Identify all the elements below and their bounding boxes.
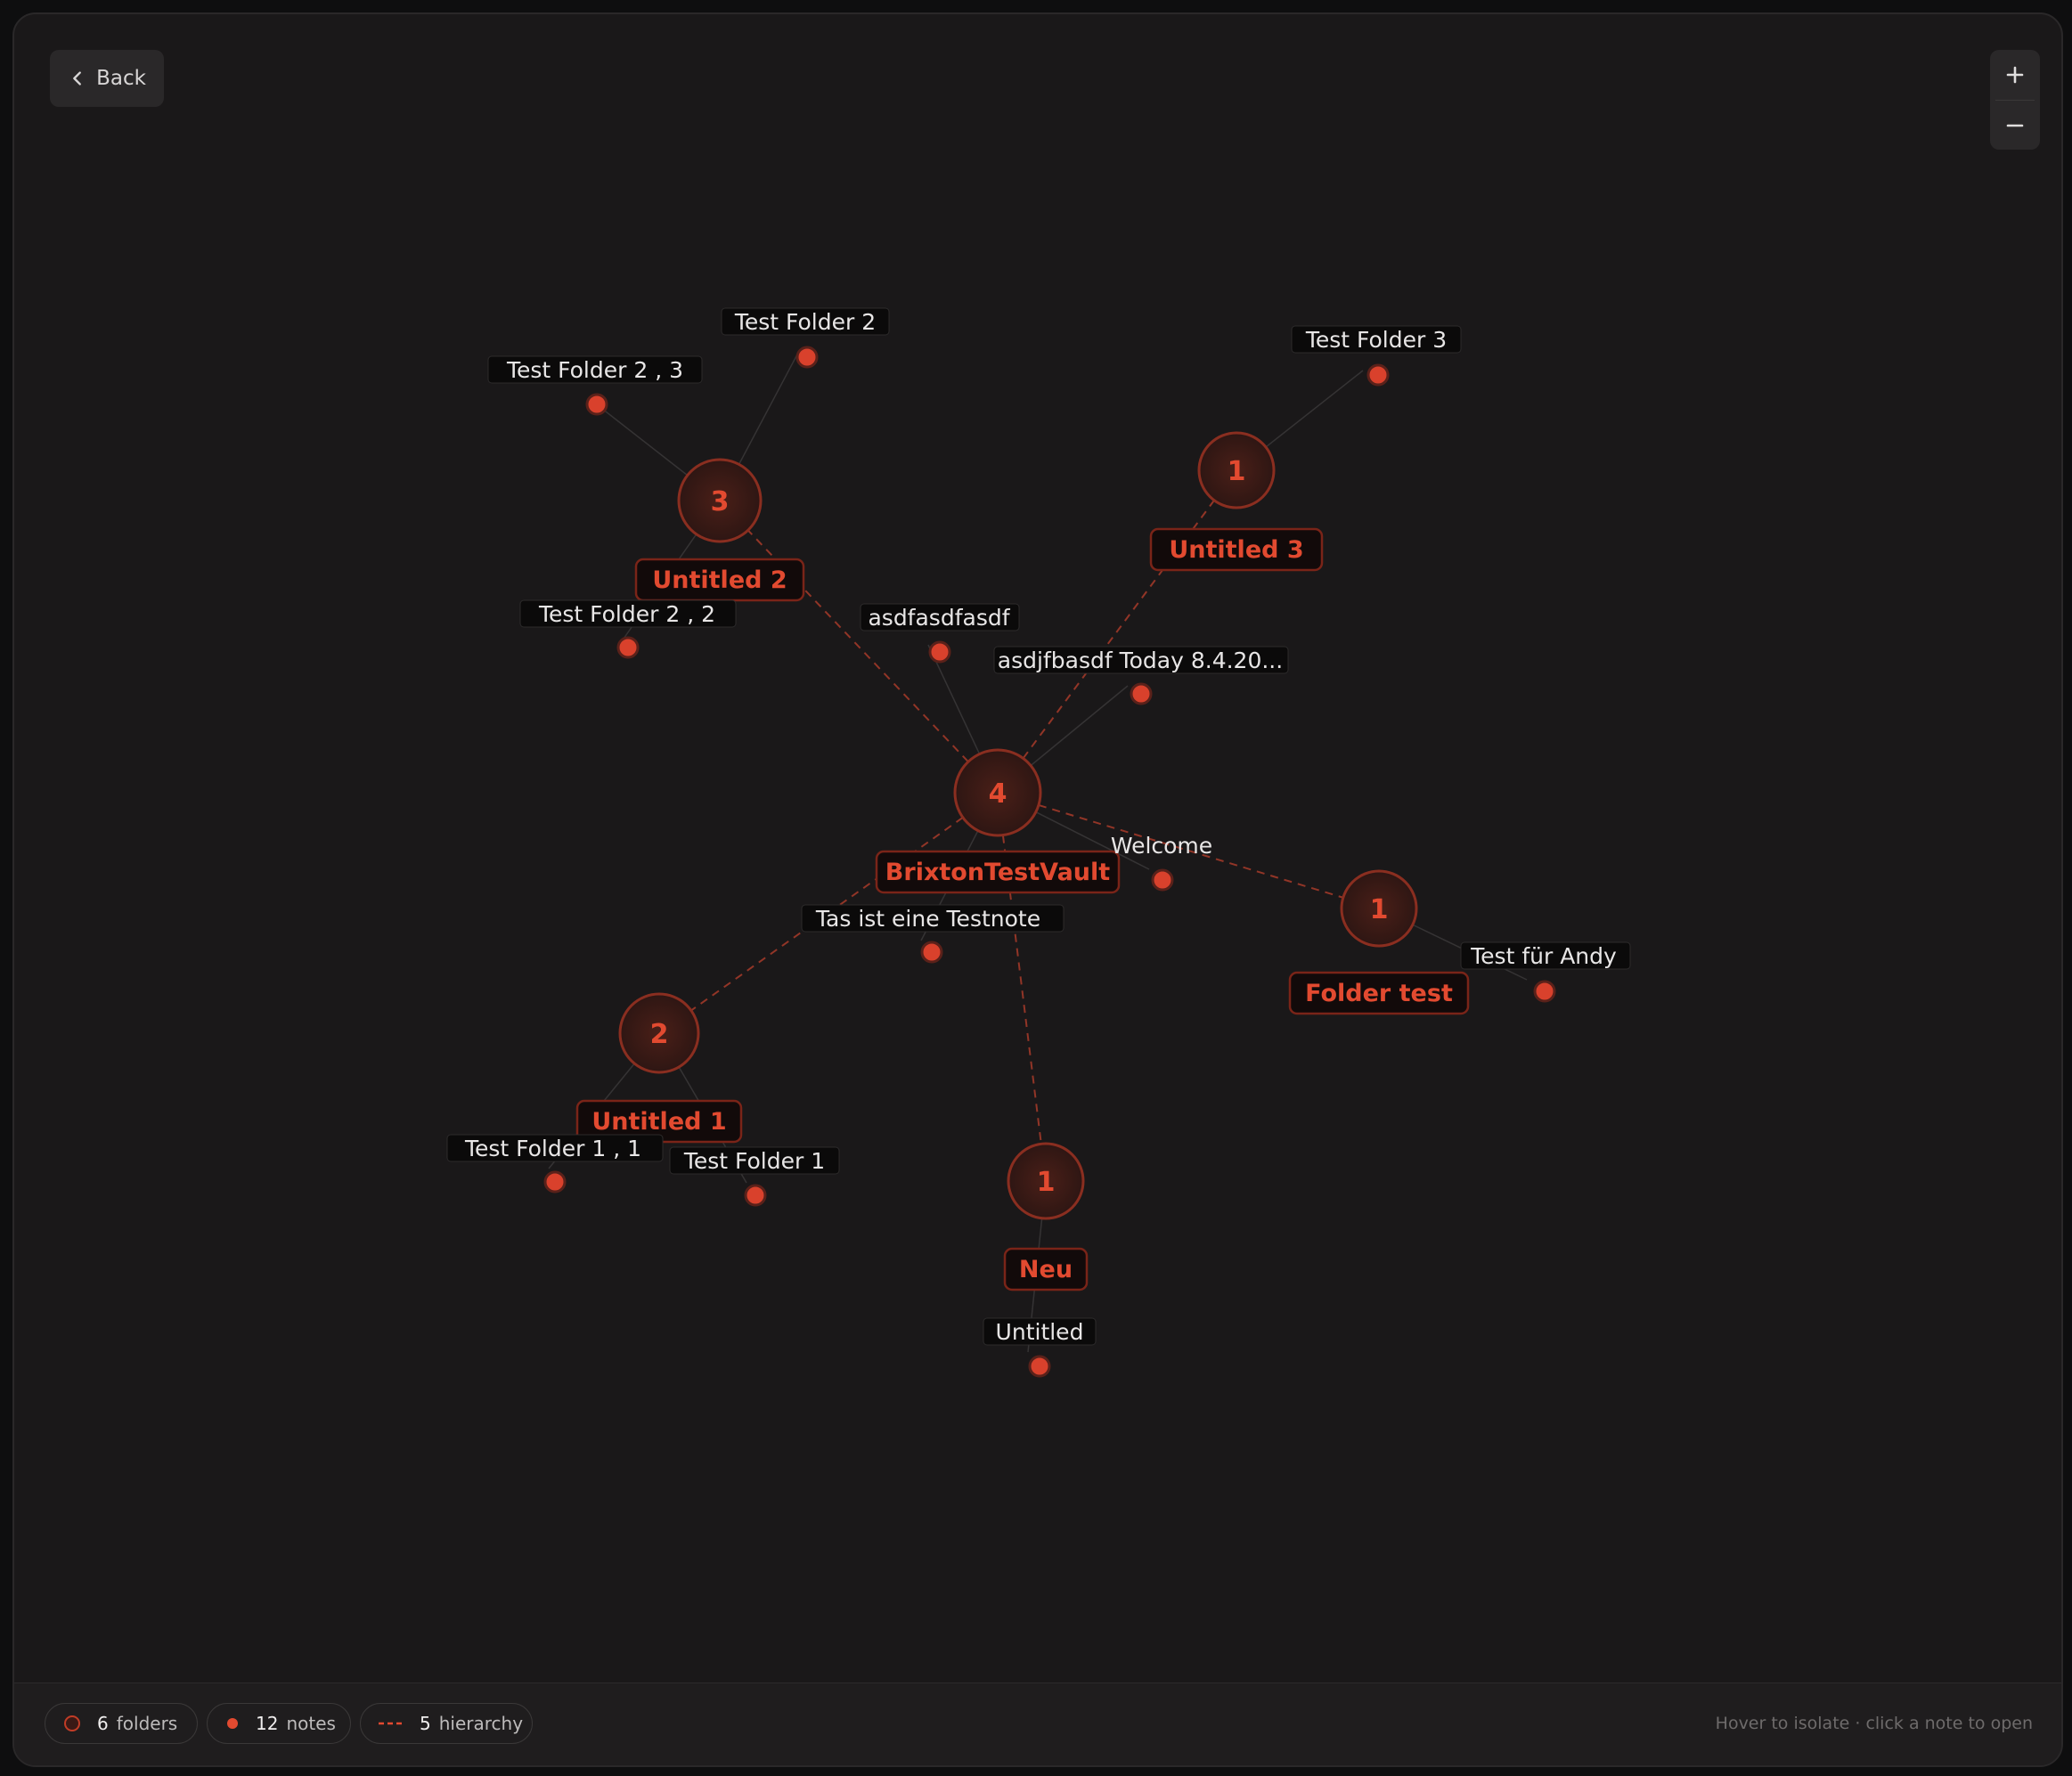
note-label: Test für Andy — [1470, 943, 1617, 969]
folder-count: 1 — [1370, 894, 1389, 925]
folder-label[interactable]: Untitled 3 — [1149, 527, 1324, 572]
graph-view: 4 3 1 1 2 1 BrixtonTestVault Untitled 2 … — [12, 12, 2063, 1767]
plus-icon — [2006, 66, 2024, 84]
zoom-in-button[interactable] — [1990, 50, 2040, 100]
back-label: Back — [96, 67, 146, 90]
note-node[interactable]: Untitled — [983, 1317, 1097, 1378]
hierarchy-edge — [719, 500, 999, 794]
minus-icon — [2006, 124, 2024, 127]
folder-count: 4 — [989, 778, 1007, 810]
note-label: Test Folder 2 , 3 — [506, 357, 683, 383]
dashed-line-icon — [379, 1721, 404, 1726]
folder-node[interactable]: 1 — [1340, 869, 1418, 948]
zoom-controls — [1990, 50, 2040, 150]
folder-label[interactable]: BrixtonTestVault — [875, 850, 1121, 894]
folders-count: 6 — [97, 1713, 109, 1734]
hint-text: Hover to isolate · click a note to open — [1715, 1714, 2033, 1733]
folder-label-text: Untitled 2 — [652, 566, 787, 594]
note-node[interactable]: asdjfbasdf Today 8.4.20... — [993, 646, 1289, 705]
folder-node[interactable]: 4 — [953, 748, 1042, 837]
note-label: asdjfbasdf Today 8.4.20... — [998, 648, 1283, 673]
note-label: Test Folder 1 , 1 — [464, 1136, 641, 1161]
back-button[interactable]: Back — [50, 50, 164, 107]
note-label: asdfasdfasdf — [868, 605, 1010, 631]
folder-label-text: Folder test — [1305, 980, 1453, 1007]
folder-label[interactable]: Untitled 2 — [634, 558, 805, 602]
note-node[interactable]: Test Folder 2 , 3 — [487, 355, 703, 416]
notes-count: 12 — [256, 1713, 279, 1734]
hierarchy-edge — [997, 469, 1237, 794]
note-dot-icon — [225, 1716, 240, 1731]
note-node[interactable]: Tas ist eine Testnote — [801, 904, 1065, 964]
folder-node[interactable]: 1 — [1197, 431, 1276, 509]
hierarchy-count: 5 — [420, 1713, 431, 1734]
folder-node[interactable]: 2 — [618, 992, 700, 1074]
note-node[interactable]: Test Folder 3 — [1291, 325, 1462, 387]
folder-count: 1 — [1228, 456, 1246, 487]
note-label: Untitled — [996, 1319, 1084, 1345]
note-label: Test Folder 2 — [734, 309, 876, 335]
folder-label-text: Untitled 1 — [591, 1108, 726, 1136]
folder-label[interactable]: Folder test — [1288, 971, 1470, 1015]
folder-node[interactable]: 3 — [677, 458, 763, 543]
hierarchy-label: hierarchy — [438, 1713, 524, 1734]
folder-circle-icon — [63, 1715, 81, 1732]
folder-node[interactable]: 1 — [1007, 1142, 1085, 1220]
note-label: Test Folder 1 — [683, 1148, 825, 1174]
folder-label-text: Untitled 3 — [1169, 536, 1303, 564]
folders-legend[interactable]: 6 folders — [45, 1703, 198, 1744]
folder-label-text: Neu — [1019, 1256, 1073, 1283]
zoom-out-button[interactable] — [1990, 101, 2040, 150]
folder-label-text: BrixtonTestVault — [885, 859, 1110, 886]
folders-label: folders — [116, 1713, 178, 1734]
note-label: Welcome — [1111, 833, 1212, 859]
folder-count: 1 — [1037, 1167, 1056, 1198]
notes-label: notes — [286, 1713, 336, 1734]
notes-legend[interactable]: 12 notes — [207, 1703, 351, 1744]
note-node[interactable]: Test Folder 2 — [721, 307, 890, 369]
note-node[interactable]: Test Folder 1 , 1 — [446, 1134, 664, 1194]
chevron-left-icon — [73, 71, 82, 86]
note-node[interactable]: Test für Andy — [1460, 941, 1631, 1003]
folder-count: 3 — [711, 486, 730, 517]
note-label: Tas ist eine Testnote — [815, 906, 1040, 932]
hierarchy-legend[interactable]: 5 hierarchy — [360, 1703, 533, 1744]
folder-label[interactable]: Neu — [1003, 1247, 1089, 1291]
note-label: Test Folder 2 , 2 — [538, 601, 715, 627]
note-node[interactable]: Welcome — [1111, 833, 1212, 892]
note-label: Test Folder 3 — [1305, 327, 1447, 353]
graph-canvas[interactable]: 4 3 1 1 2 1 BrixtonTestVault Untitled 2 … — [14, 14, 2063, 1767]
note-node[interactable]: Test Folder 2 , 2 — [519, 599, 737, 659]
note-node[interactable]: Test Folder 1 — [669, 1146, 840, 1207]
legend-bar: 6 folders 12 notes 5 hierarchy Hover to … — [14, 1682, 2061, 1765]
folder-count: 2 — [650, 1019, 669, 1050]
